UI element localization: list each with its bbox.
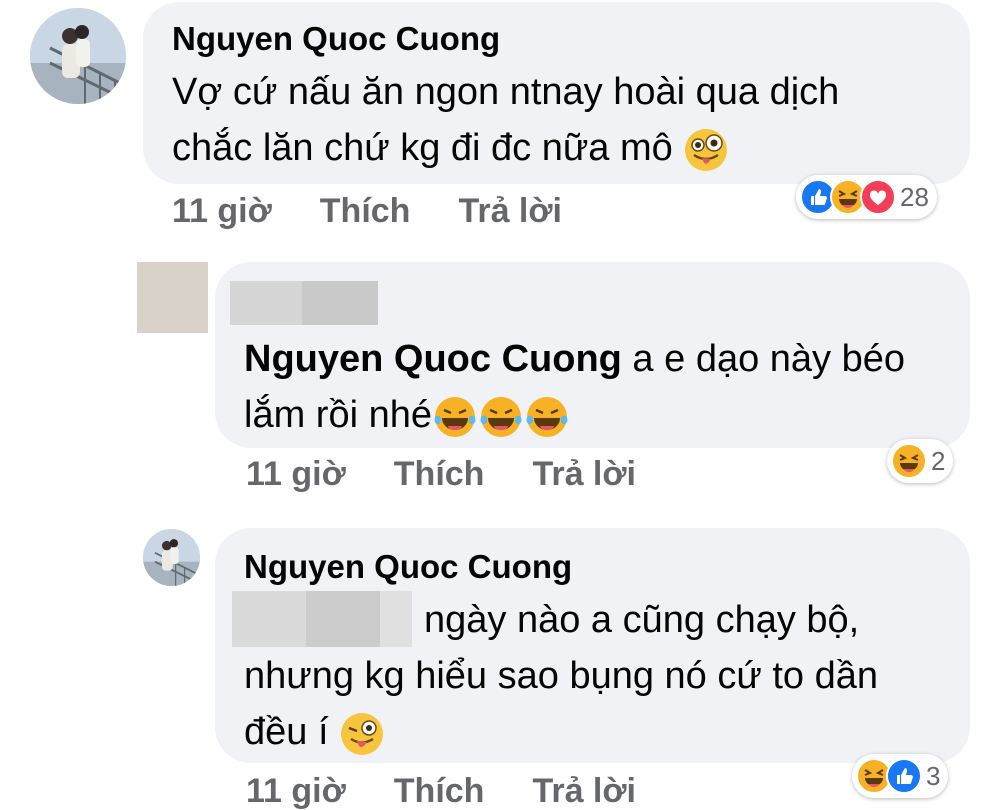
comment-author[interactable]: Nguyen Quoc Cuong: [172, 20, 500, 58]
comment-text-line: Vợ cứ nấu ăn ngon ntnay hoài qua dịch: [172, 71, 840, 113]
comment-time[interactable]: 11 giờ: [246, 772, 346, 810]
avatar-photo: [30, 8, 126, 104]
reply-button[interactable]: Trả lời: [532, 455, 636, 494]
comment-time[interactable]: 11 giờ: [172, 192, 272, 231]
like-button[interactable]: Thích: [394, 455, 485, 494]
love-icon: [860, 179, 896, 215]
comment-time[interactable]: 11 giờ: [246, 455, 346, 494]
avatar-blurred[interactable]: [137, 262, 208, 333]
reaction-count: 3: [926, 760, 941, 791]
reaction-count: 28: [900, 181, 929, 212]
haha-icon: [891, 443, 927, 479]
author-name-blurred[interactable]: [230, 281, 378, 325]
comment-text-line: đều í: [244, 704, 878, 760]
laughing-tears-emoji-icon: [478, 394, 524, 440]
reaction-count: 2: [931, 445, 946, 476]
avatar-photo: [143, 529, 200, 586]
laughing-tears-emoji-icon: [524, 394, 570, 440]
reaction-summary[interactable]: 3: [852, 754, 949, 798]
winking-tongue-emoji-icon: [339, 711, 385, 757]
comment-meta: 11 giờ Thích Trả lời: [246, 455, 636, 494]
reaction-summary[interactable]: 2: [887, 439, 954, 483]
avatar[interactable]: [30, 8, 126, 104]
comment-author[interactable]: Nguyen Quoc Cuong: [244, 548, 572, 586]
avatar[interactable]: [143, 529, 200, 586]
reply-button[interactable]: Trả lời: [532, 772, 636, 810]
reply-button[interactable]: Trả lời: [458, 192, 562, 231]
like-button[interactable]: Thích: [320, 192, 411, 231]
comment-meta: 11 giờ Thích Trả lời: [172, 192, 562, 231]
comment-text: ngày nào a cũng chạy bộ, nhưng kg hiểu s…: [244, 592, 878, 760]
reaction-summary[interactable]: 28: [796, 175, 937, 219]
laughing-tears-emoji-icon: [432, 394, 478, 440]
crazy-face-emoji-icon: [683, 127, 729, 173]
comment-text-line: chắc lăn chứ kg đi đc nữa mô: [172, 120, 839, 176]
comment-text-line: Nguyen Quoc Cuong a e dạo này béo: [244, 338, 906, 380]
comment-text-line: lắm rồi nhé: [244, 387, 905, 443]
like-icon: [886, 758, 922, 794]
comment-meta: 11 giờ Thích Trả lời: [246, 772, 636, 810]
comment-text: Vợ cứ nấu ăn ngon ntnay hoài qua dịch ch…: [172, 64, 839, 176]
comment-text-line: nhưng kg hiểu sao bụng nó cứ to dần: [244, 655, 879, 697]
comment-text: Nguyen Quoc Cuong a e dạo này béo lắm rồ…: [244, 331, 905, 443]
like-button[interactable]: Thích: [394, 772, 485, 810]
comment-text-line: ngày nào a cũng chạy bộ,: [424, 599, 860, 641]
comment-mention[interactable]: Nguyen Quoc Cuong: [244, 338, 622, 380]
